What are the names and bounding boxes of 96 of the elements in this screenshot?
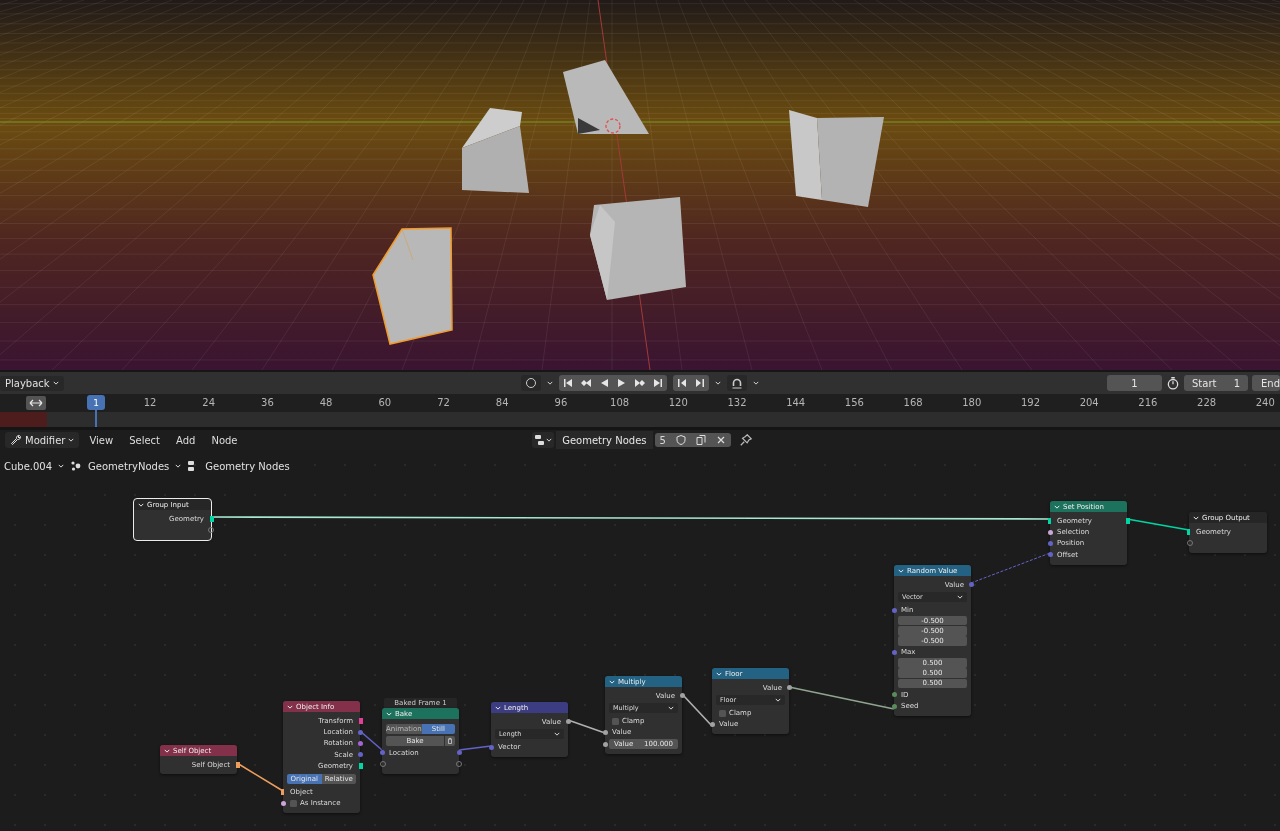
checkbox[interactable] xyxy=(612,717,619,725)
current-frame-marker[interactable]: 1 xyxy=(87,395,105,410)
socket-dot[interactable] xyxy=(786,685,792,691)
end-frame-field[interactable]: End xyxy=(1252,375,1280,391)
socket-dot[interactable] xyxy=(891,692,897,698)
frame-number: 108 xyxy=(610,397,630,408)
socket-dot[interactable] xyxy=(280,800,286,806)
socket-dot[interactable] xyxy=(602,729,608,735)
chevron-down-icon xyxy=(164,747,170,754)
socket-dot[interactable] xyxy=(891,649,897,655)
3d-viewport-drawing[interactable] xyxy=(0,0,1280,370)
socket-dot[interactable] xyxy=(357,740,363,746)
keying-button[interactable] xyxy=(521,375,541,391)
magnet-icon xyxy=(731,377,743,389)
chevron-down-icon xyxy=(495,704,501,711)
frame-number: 156 xyxy=(844,397,864,408)
pin-icon[interactable] xyxy=(738,433,753,447)
stopwatch-icon[interactable] xyxy=(1166,376,1180,390)
menu-item[interactable]: Add xyxy=(170,434,202,446)
frame-number: 192 xyxy=(1020,397,1041,408)
caret-icon xyxy=(68,437,75,443)
menu-item[interactable]: Node xyxy=(205,434,244,446)
frame-number: 120 xyxy=(668,397,688,408)
checkbox[interactable] xyxy=(719,709,726,717)
caret-icon xyxy=(775,697,781,704)
chevron-down-icon xyxy=(1054,503,1060,510)
socket-dot[interactable] xyxy=(357,752,363,758)
caret-icon xyxy=(546,437,553,443)
wrench-icon xyxy=(10,434,22,446)
frame-number: 72 xyxy=(437,397,450,408)
frame-number: 96 xyxy=(554,397,568,408)
playback-menu[interactable]: Playback xyxy=(0,375,64,391)
socket-dot[interactable] xyxy=(891,607,897,613)
chevron-down-icon xyxy=(609,678,615,685)
chevron-down-icon xyxy=(386,710,392,717)
frame-number: 180 xyxy=(962,397,982,408)
breadcrumb[interactable]: Cube.004 xyxy=(4,460,53,472)
frame-number: 36 xyxy=(261,397,274,408)
frame-number: 216 xyxy=(1138,397,1158,408)
menu-item[interactable]: Select xyxy=(123,434,167,446)
start-frame-field[interactable]: Start 1 xyxy=(1184,375,1248,391)
chevron-down-icon xyxy=(287,703,293,710)
frame-number: 60 xyxy=(378,397,392,408)
node-tree-browse-button[interactable] xyxy=(532,432,555,448)
caret-icon xyxy=(957,594,963,601)
chevron-down-icon xyxy=(716,670,722,677)
socket-dot[interactable] xyxy=(602,741,608,747)
frame-number: 24 xyxy=(202,397,216,408)
editor-type-menu[interactable]: Modifier xyxy=(5,432,80,448)
checkbox[interactable] xyxy=(290,799,297,807)
chevron-right-icon xyxy=(175,463,182,469)
snap-button[interactable] xyxy=(727,375,747,391)
socket-dot[interactable] xyxy=(565,719,571,725)
caret-icon xyxy=(668,705,674,712)
caret-icon xyxy=(753,380,759,386)
node-tree-name-field[interactable]: Geometry Nodes xyxy=(556,431,653,449)
chevron-down-icon xyxy=(138,501,144,508)
node-group-icon xyxy=(70,460,83,472)
chevron-down-icon xyxy=(898,567,904,574)
frame-number: 12 xyxy=(143,397,157,408)
user-count[interactable]: 5 xyxy=(654,434,671,446)
socket-dot[interactable] xyxy=(679,693,685,699)
chevron-down-icon xyxy=(1193,514,1199,521)
frame-number: 132 xyxy=(727,397,747,408)
frame-number: 168 xyxy=(903,397,923,408)
caret-icon xyxy=(554,731,560,738)
socket-dot[interactable] xyxy=(1047,529,1053,535)
breadcrumb[interactable]: GeometryNodes xyxy=(88,460,170,472)
breadcrumb[interactable]: Geometry Nodes xyxy=(205,460,290,472)
socket-dot[interactable] xyxy=(456,750,462,756)
socket-dot[interactable] xyxy=(488,744,494,750)
caret-icon xyxy=(547,380,553,386)
view-range-handle[interactable] xyxy=(26,396,46,410)
socket-dot[interactable] xyxy=(709,721,715,727)
frame-number: 48 xyxy=(319,397,333,408)
frame-number: 144 xyxy=(786,397,806,408)
trash-icon[interactable] xyxy=(445,736,455,746)
caret-icon xyxy=(52,380,59,386)
record-icon xyxy=(525,377,537,389)
socket-dot[interactable] xyxy=(891,703,897,709)
menu-item[interactable]: View xyxy=(83,434,120,446)
socket-dot[interactable] xyxy=(379,750,385,756)
node-link xyxy=(458,745,492,751)
socket-dot[interactable] xyxy=(1047,540,1053,546)
caret-icon xyxy=(715,380,721,386)
socket-dot[interactable] xyxy=(968,582,974,588)
frame-number: 204 xyxy=(1079,397,1099,408)
preview-range xyxy=(0,412,47,427)
frame-number: 228 xyxy=(1197,397,1217,408)
socket-dot[interactable] xyxy=(1047,552,1053,558)
current-frame-field[interactable]: 1 xyxy=(1107,375,1162,391)
node-tree-icon xyxy=(534,434,547,446)
chevron-right-icon xyxy=(58,463,65,469)
frame-number: 240 xyxy=(1255,397,1275,408)
socket-dot[interactable] xyxy=(357,729,363,735)
frame-number: 84 xyxy=(495,397,509,408)
